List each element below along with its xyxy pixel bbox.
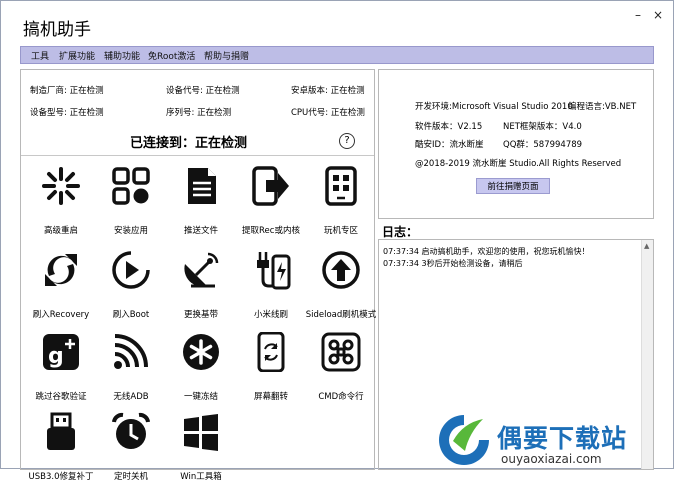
- window-title: 搞机助手: [23, 20, 91, 40]
- model-label: 设备型号: 正在检测: [30, 108, 104, 118]
- tool-sideload[interactable]: Sideload刷机模式: [303, 250, 379, 326]
- wireless-adb-icon: [114, 334, 148, 369]
- programming-language: 编程语言:VB.NET: [568, 102, 637, 112]
- title-bar: 搞机助手 – ×: [1, 1, 673, 41]
- dev-environment: 开发环境:Microsoft Visual Studio 2010: [415, 102, 573, 112]
- software-version: 软件版本：V2.15: [415, 122, 483, 132]
- screen-rotate-icon: [257, 332, 285, 372]
- connection-status: 已连接到：正在检测: [129, 136, 247, 151]
- tool-win-toolbox[interactable]: Win工具箱: [163, 412, 239, 488]
- about-panel: 开发环境:Microsoft Visual Studio 2010 编程语言:V…: [378, 69, 654, 219]
- advanced-reboot-icon: [42, 167, 80, 205]
- xiaomi-line-flash-icon: [257, 252, 291, 290]
- scroll-up-icon: ▲: [644, 242, 650, 250]
- watermark-brand: 偶要下载站: [497, 424, 628, 453]
- menu-help-donate[interactable]: 帮助与捐赠: [204, 49, 249, 62]
- minimize-button[interactable]: –: [631, 9, 645, 21]
- menu-tools[interactable]: 工具: [31, 49, 49, 62]
- cmd-icon: [321, 332, 361, 372]
- divider: [21, 155, 374, 156]
- phone-zone-icon: [325, 166, 357, 206]
- donate-button[interactable]: 前往捐赠页面: [476, 178, 550, 194]
- google-plus-icon: g: [43, 334, 79, 370]
- extract-rec-kernel-icon: [252, 166, 289, 206]
- menu-assist[interactable]: 辅助功能: [104, 49, 140, 62]
- push-file-icon: [188, 168, 216, 204]
- device-code-label: 设备代号: 正在检测: [166, 86, 240, 96]
- log-line: 07:37:34 启动搞机助手，欢迎您的使用，祝您玩机愉快！: [383, 247, 590, 256]
- freeze-icon: [183, 334, 219, 370]
- tool-label: Sideload刷机模式: [305, 310, 377, 320]
- tool-phone-zone[interactable]: 玩机专区: [303, 166, 379, 242]
- watermark: 偶要下载站 ouyaoxiazai.com: [435, 411, 675, 471]
- flash-boot-icon: [112, 251, 150, 289]
- coolapk-id: 酷安ID：流水断崖: [415, 140, 484, 150]
- copyright: @2018-2019 流水断崖 Studio.All Rights Reserv…: [415, 159, 622, 169]
- menu-extensions[interactable]: 扩展功能: [59, 49, 95, 62]
- satellite-dish-icon: [184, 252, 219, 288]
- watermark-logo-icon: [439, 415, 489, 465]
- qq-group: QQ群：587994789: [503, 140, 583, 150]
- usb-patch-icon: [47, 412, 75, 450]
- android-version-label: 安卓版本: 正在检测: [291, 86, 365, 96]
- serial-label: 序列号: 正在检测: [166, 108, 232, 118]
- log-line: 07:37:34 3秒后开始检测设备，请稍后: [383, 259, 523, 268]
- cpu-label: CPU代号: 正在检测: [291, 108, 365, 118]
- log-label: 日志：: [382, 225, 419, 239]
- manufacturer-label: 制造厂商: 正在检测: [30, 86, 104, 96]
- windows-icon: [184, 414, 218, 451]
- help-icon[interactable]: ?: [339, 133, 355, 149]
- flash-recovery-icon: [45, 254, 77, 286]
- sideload-icon: [322, 251, 360, 289]
- install-app-icon: [112, 167, 150, 205]
- tool-label: Win工具箱: [180, 472, 222, 482]
- watermark-url: ouyaoxiazai.com: [501, 452, 602, 466]
- menu-noroot[interactable]: 免Root激活: [148, 49, 195, 62]
- tool-label: 玩机专区: [323, 226, 358, 236]
- tool-cmd[interactable]: CMD命令行: [303, 332, 379, 408]
- net-version: NET框架版本：V4.0: [503, 122, 582, 132]
- tool-label: CMD命令行: [318, 392, 364, 402]
- main-window: 搞机助手 – × 工具 扩展功能 辅助功能 免Root激活 帮助与捐赠 制造厂商…: [0, 0, 675, 482]
- alarm-clock-icon: [112, 412, 150, 449]
- close-button[interactable]: ×: [651, 9, 665, 21]
- menu-bar: 工具 扩展功能 辅助功能 免Root激活 帮助与捐赠: [20, 46, 654, 64]
- svg-text:g: g: [48, 344, 64, 369]
- device-panel: 制造厂商: 正在检测 设备代号: 正在检测 安卓版本: 正在检测 设备型号: 正…: [20, 69, 376, 482]
